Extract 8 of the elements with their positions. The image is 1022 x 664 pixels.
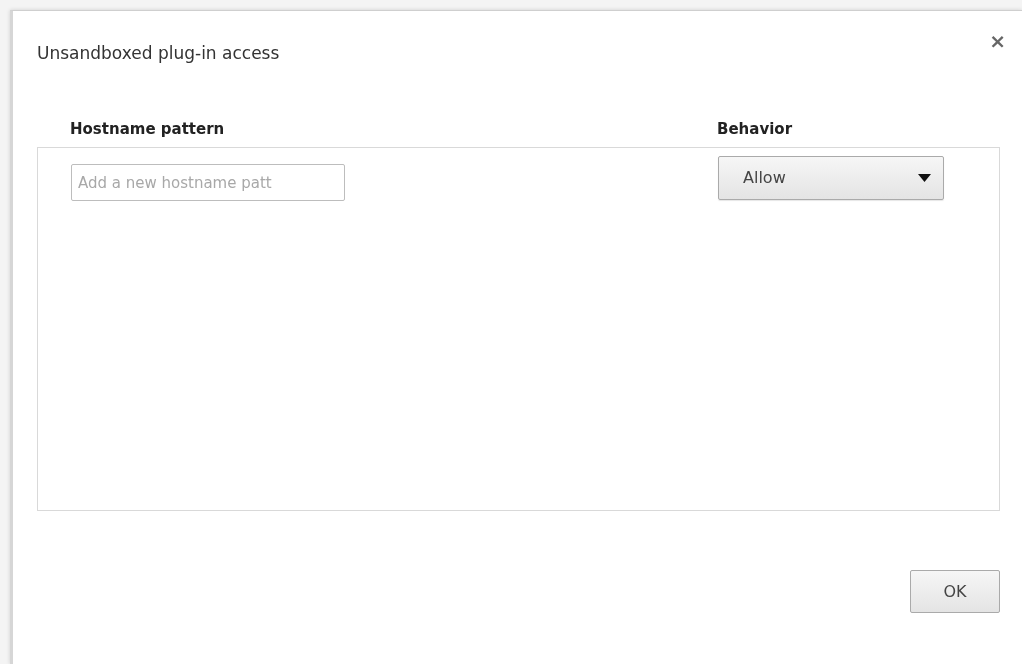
hostname-input-field[interactable]: Add a new hostname patt (71, 164, 345, 202)
behavior-dropdown[interactable]: Allow (718, 156, 944, 201)
ok-button[interactable]: OK (910, 570, 1000, 614)
caret-icon (918, 174, 931, 183)
dialog-title: Unsandboxed plug-in access (37, 43, 281, 64)
column-header: Hostname pattern (70, 120, 225, 139)
column-header: Behavior (717, 120, 793, 139)
close-button[interactable]: × (985, 31, 1010, 51)
